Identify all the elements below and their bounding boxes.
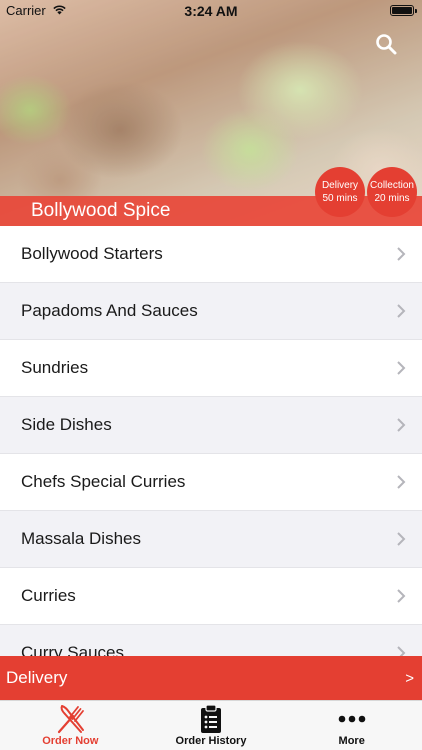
menu-category-list[interactable]: Bollywood Starters Papadoms And Sauces S… — [0, 226, 422, 656]
menu-item-chefs-special-curries[interactable]: Chefs Special Curries — [0, 454, 422, 511]
chevron-right-icon — [397, 247, 406, 261]
delivery-mode-label: Delivery — [6, 668, 68, 687]
tab-label: Order History — [175, 735, 247, 747]
menu-item-label: Bollywood Starters — [21, 244, 163, 263]
menu-item-massala-dishes[interactable]: Massala Dishes — [0, 511, 422, 568]
restaurant-name: Bollywood Spice — [31, 200, 171, 221]
chevron-right-icon — [397, 589, 406, 603]
menu-item-label: Curry Sauces — [21, 643, 124, 656]
battery-icon — [390, 5, 417, 16]
tab-label: More — [338, 735, 365, 747]
delivery-badge-time: 50 mins — [322, 193, 358, 204]
menu-item-bollywood-starters[interactable]: Bollywood Starters — [0, 226, 422, 283]
menu-item-curries[interactable]: Curries — [0, 568, 422, 625]
chevron-right-icon — [397, 532, 406, 546]
delivery-mode-bar[interactable]: Delivery > — [0, 656, 422, 700]
more-dots-icon — [338, 703, 366, 735]
chevron-right-icon — [397, 646, 406, 656]
status-bar: Carrier 3:24 AM — [0, 0, 422, 22]
delivery-badge-label: Delivery — [321, 180, 359, 191]
collection-time-badge: Collection 20 mins — [367, 167, 417, 217]
clipboard-list-icon — [200, 703, 222, 735]
tab-label: Order Now — [42, 735, 99, 747]
delivery-time-badge: Delivery 50 mins — [315, 167, 365, 217]
menu-item-label: Curries — [21, 586, 76, 605]
bottom-tab-bar: Order Now Order History More — [0, 700, 422, 750]
menu-item-label: Sundries — [21, 358, 89, 377]
tab-order-now[interactable]: Order Now — [0, 701, 141, 750]
menu-item-label: Massala Dishes — [21, 529, 141, 548]
chevron-right-icon — [397, 304, 406, 318]
hero-image: Carrier 3:24 AM Bollywood Spice Delivery… — [0, 0, 422, 226]
chevron-right-icon — [397, 361, 406, 375]
menu-item-label: Papadoms And Sauces — [21, 301, 198, 320]
tab-order-history[interactable]: Order History — [141, 701, 282, 750]
search-icon[interactable] — [374, 32, 398, 56]
menu-item-label: Side Dishes — [21, 415, 112, 434]
menu-item-sundries[interactable]: Sundries — [0, 340, 422, 397]
menu-item-side-dishes[interactable]: Side Dishes — [0, 397, 422, 454]
fork-knife-icon — [53, 703, 87, 735]
status-time: 3:24 AM — [184, 3, 238, 19]
tab-more[interactable]: More — [281, 701, 422, 750]
menu-item-papadoms-and-sauces[interactable]: Papadoms And Sauces — [0, 283, 422, 340]
menu-item-curry-sauces[interactable]: Curry Sauces — [0, 625, 422, 656]
delivery-mode-arrow: > — [405, 669, 414, 687]
chevron-right-icon — [397, 418, 406, 432]
chevron-right-icon — [397, 475, 406, 489]
collection-badge-time: 20 mins — [374, 193, 410, 204]
collection-badge-label: Collection — [370, 180, 414, 191]
menu-item-label: Chefs Special Curries — [21, 472, 186, 491]
